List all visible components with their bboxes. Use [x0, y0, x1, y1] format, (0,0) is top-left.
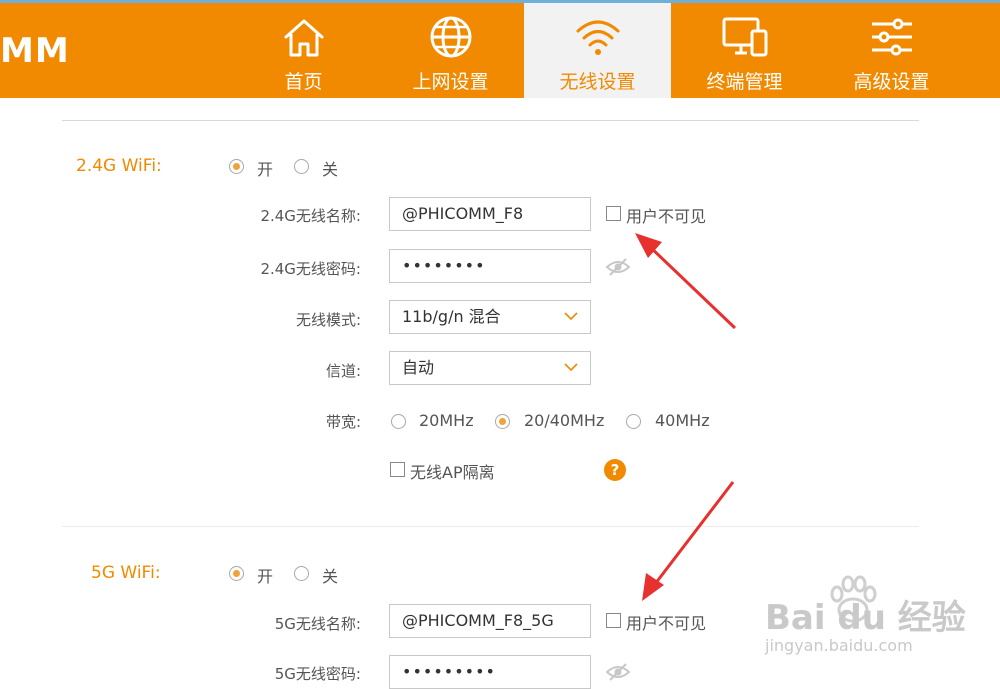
password-5g-label: 5G无线密码: — [274, 665, 361, 683]
devices-icon — [722, 17, 767, 57]
ap-isolation-checkbox[interactable] — [390, 462, 405, 477]
ssid-24g-input[interactable]: @PHICOMM_F8 — [389, 197, 591, 231]
radio-24g-off-label: 关 — [322, 160, 339, 179]
bandwidth-label: 带宽: — [325, 413, 361, 431]
chevron-down-icon — [564, 312, 578, 321]
radio-bw-40[interactable] — [626, 414, 641, 429]
section-5g-label: 5G WiFi: — [91, 563, 161, 583]
show-password-icon[interactable] — [605, 662, 631, 682]
mode-select[interactable]: 11b/g/n 混合 — [389, 300, 591, 334]
chevron-down-icon — [564, 363, 578, 372]
nav-advanced-label: 高级设置 — [853, 71, 930, 93]
password-5g-input[interactable]: ••••••••• — [389, 655, 591, 689]
home-icon — [284, 19, 323, 57]
nav-wireless-label: 无线设置 — [559, 71, 636, 93]
nav-home-label: 首页 — [284, 71, 323, 93]
show-password-icon[interactable] — [605, 257, 631, 277]
sliders-icon — [871, 18, 912, 56]
radio-24g-on-label: 开 — [257, 160, 274, 179]
help-icon[interactable]: ? — [604, 459, 626, 481]
section-24g-label: 2.4G WiFi: — [76, 156, 162, 176]
hide-ssid-5g-checkbox[interactable] — [606, 613, 621, 628]
brand-logo: MM — [0, 31, 70, 71]
hide-ssid-24g-label: 用户不可见 — [626, 207, 707, 226]
channel-select[interactable]: 自动 — [389, 351, 591, 385]
arrow-top-head — [635, 233, 662, 258]
radio-5g-off[interactable] — [294, 566, 309, 581]
radio-bw-2040[interactable] — [495, 414, 510, 429]
hide-ssid-24g-checkbox[interactable] — [606, 206, 621, 221]
nav-internet-label: 上网设置 — [412, 71, 489, 93]
wifi-icon — [576, 20, 619, 55]
radio-5g-on-label: 开 — [257, 567, 274, 586]
channel-label: 信道: — [325, 362, 361, 380]
baidu-watermark-url: jingyan.baidu.com — [765, 636, 913, 655]
arrow-top — [646, 243, 737, 330]
nav-devices-label: 终端管理 — [706, 71, 783, 93]
radio-24g-off[interactable] — [294, 159, 309, 174]
nav-devices[interactable]: 终端管理 — [671, 3, 818, 98]
password-24g-label: 2.4G无线密码: — [260, 260, 361, 278]
radio-5g-off-label: 关 — [322, 567, 339, 586]
nav-wireless[interactable]: 无线设置 — [524, 3, 671, 98]
mode-select-value: 11b/g/n 混合 — [402, 307, 501, 326]
divider-top — [62, 120, 919, 121]
radio-5g-on[interactable] — [229, 566, 244, 581]
arrow-bottom-head — [642, 573, 664, 601]
top-header: MM 首页 上网设置 无线设置 终端管理 高级设置 — [0, 3, 1000, 98]
radio-24g-on[interactable] — [229, 159, 244, 174]
channel-select-value: 自动 — [402, 358, 435, 377]
divider-middle — [62, 526, 919, 527]
baidu-watermark-brand: Bai du 经验 — [765, 598, 966, 638]
radio-bw-2040-label: 20/40MHz — [524, 411, 605, 430]
ap-isolation-label: 无线AP隔离 — [410, 463, 495, 482]
password-24g-input[interactable]: •••••••• — [389, 249, 591, 283]
radio-bw-40-label: 40MHz — [655, 411, 710, 430]
nav-internet[interactable]: 上网设置 — [377, 3, 524, 98]
nav-home[interactable]: 首页 — [230, 3, 377, 98]
hide-ssid-5g-label: 用户不可见 — [626, 614, 707, 633]
mode-label: 无线模式: — [295, 311, 361, 329]
radio-bw-20[interactable] — [391, 414, 406, 429]
globe-icon — [430, 16, 471, 58]
arrow-bottom — [650, 481, 735, 589]
nav-advanced[interactable]: 高级设置 — [818, 3, 965, 98]
ssid-5g-label: 5G无线名称: — [274, 615, 361, 633]
radio-bw-20-label: 20MHz — [419, 411, 474, 430]
ssid-24g-label: 2.4G无线名称: — [260, 207, 361, 225]
ssid-5g-input[interactable]: @PHICOMM_F8_5G — [389, 604, 591, 638]
